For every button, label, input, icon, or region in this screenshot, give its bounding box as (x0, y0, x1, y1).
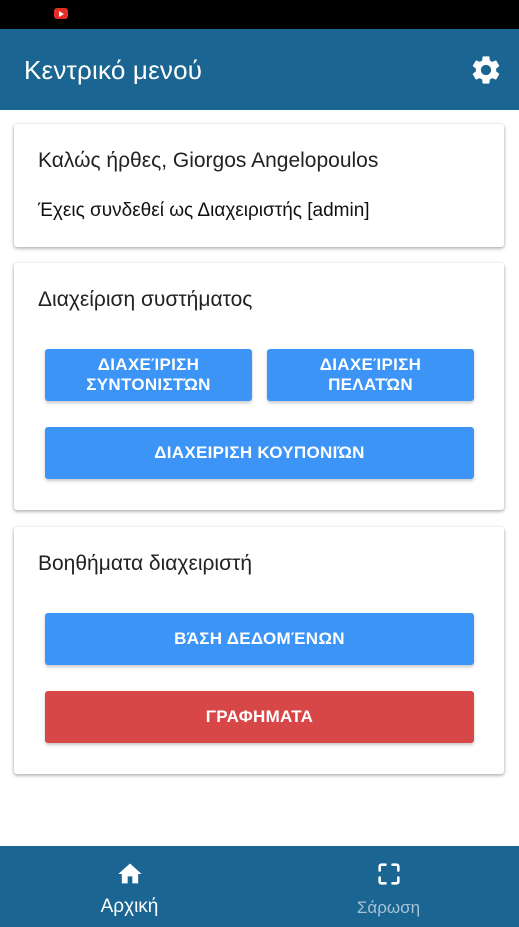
home-icon (117, 863, 142, 884)
manage-coordinators-button[interactable]: ΔΙΑΧΕΊΡΙΣΗ ΣΥΝΤΟΝΙΣΤΏΝ (45, 349, 252, 401)
welcome-card: Καλώς ήρθες, Giorgos Angelopoulos Έχεις … (14, 124, 504, 247)
nav-item-scan[interactable]: Σάρωση (259, 846, 518, 927)
charts-button[interactable]: ΓΡΑΦΗΜΑΤΑ (45, 691, 474, 743)
login-role-text: Έχεις συνδεθεί ως Διαχειριστής [admin] (38, 200, 370, 221)
status-bar (0, 0, 519, 29)
database-button[interactable]: ΒΆΣΗ ΔΕΔΟΜΈΝΩΝ (45, 613, 474, 665)
nav-label-scan: Σάρωση (356, 898, 421, 917)
page-title: Κεντρικό μενού (24, 55, 203, 85)
scan-icon (377, 863, 400, 885)
system-management-title: Διαχείριση συστήματος (38, 288, 253, 311)
nav-label-home: Αρχική (100, 896, 159, 917)
admin-tools-title: Βοηθήματα διαχειριστή (38, 552, 253, 575)
manage-coupons-button[interactable]: ΔΙΑΧΕΙΡΙΣΗ ΚΟΥΠΟΝΙΏΝ (45, 427, 474, 479)
welcome-greeting: Καλώς ήρθες, Giorgos Angelopoulos (38, 149, 379, 172)
manage-clients-button[interactable]: ΔΙΑΧΕΊΡΙΣΗ ΠΕΛΑΤΏΝ (267, 349, 474, 401)
nav-item-home[interactable]: Αρχική (0, 846, 259, 927)
admin-tools-card: Βοηθήματα διαχειριστή ΒΆΣΗ ΔΕΔΟΜΈΝΩΝ ΓΡΑ… (14, 527, 504, 774)
system-management-card: Διαχείριση συστήματος ΔΙΑΧΕΊΡΙΣΗ ΣΥΝΤΟΝΙ… (14, 263, 504, 510)
youtube-icon (54, 8, 68, 19)
settings-button[interactable] (467, 51, 505, 89)
bottom-navigation: Αρχική Σάρωση (0, 846, 519, 927)
gear-icon (472, 56, 500, 84)
app-bar: Κεντρικό μενού (0, 29, 519, 110)
